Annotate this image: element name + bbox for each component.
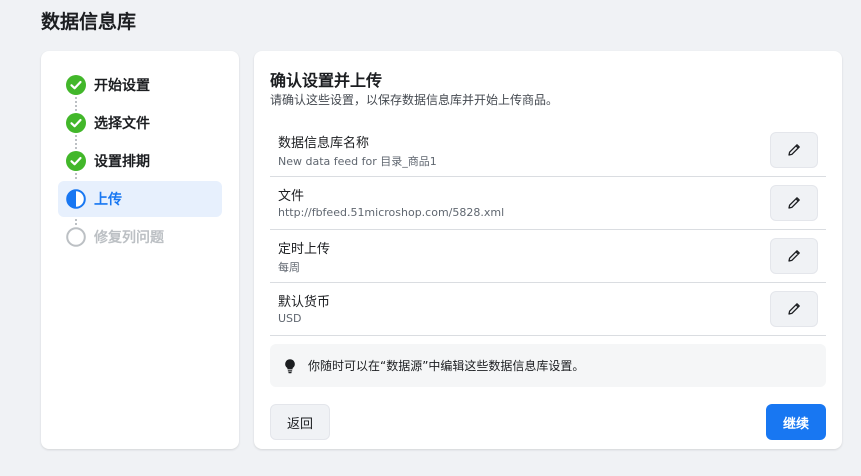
empty-circle-icon — [66, 227, 86, 247]
steps-panel: 开始设置 选择文件 设置排期 上传 修复列问题 — [41, 51, 239, 449]
edit-currency-button[interactable] — [770, 291, 818, 327]
step-label: 修复列问题 — [94, 230, 164, 246]
field-label: 默认货币 — [278, 295, 331, 310]
check-circle-icon — [66, 151, 86, 171]
lightbulb-icon — [282, 358, 298, 374]
step-label: 上传 — [94, 192, 122, 208]
field-row-feed-name: 数据信息库名称 New data feed for 目录_商品1 — [270, 124, 826, 177]
step-choose-file[interactable]: 选择文件 — [58, 105, 222, 141]
step-label: 开始设置 — [94, 78, 150, 94]
half-circle-icon — [66, 189, 86, 209]
field-label: 定时上传 — [278, 242, 331, 257]
edit-file-button[interactable] — [770, 185, 818, 221]
field-value: USD — [278, 312, 302, 325]
step-upload[interactable]: 上传 — [58, 181, 222, 217]
field-value: New data feed for 目录_商品1 — [278, 155, 437, 168]
step-start-setup[interactable]: 开始设置 — [58, 67, 222, 103]
check-circle-icon — [66, 75, 86, 95]
pencil-icon — [786, 142, 802, 158]
page-title: 数据信息库 — [41, 11, 137, 33]
field-value: http://fbfeed.51microshop.com/5828.xml — [278, 206, 505, 219]
edit-feed-name-button[interactable] — [770, 132, 818, 168]
edit-schedule-button[interactable] — [770, 238, 818, 274]
section-subtitle: 请确认这些设置，以保存数据信息库并开始上传商品。 — [270, 93, 559, 107]
step-label: 设置排期 — [94, 154, 150, 170]
pencil-icon — [786, 248, 802, 264]
pencil-icon — [786, 195, 802, 211]
tip-text: 你随时可以在“数据源”中编辑这些数据信息库设置。 — [308, 359, 585, 373]
confirm-panel: 确认设置并上传 请确认这些设置，以保存数据信息库并开始上传商品。 数据信息库名称… — [254, 51, 842, 449]
step-fix-column-issues[interactable]: 修复列问题 — [58, 219, 222, 255]
field-label: 数据信息库名称 — [278, 136, 370, 151]
field-label: 文件 — [278, 189, 305, 204]
step-label: 选择文件 — [94, 116, 150, 132]
back-button[interactable]: 返回 — [270, 404, 330, 440]
pencil-icon — [786, 301, 802, 317]
field-row-schedule: 定时上传 每周 — [270, 230, 826, 283]
continue-button[interactable]: 继续 — [766, 404, 826, 440]
field-row-file: 文件 http://fbfeed.51microshop.com/5828.xm… — [270, 177, 826, 230]
step-schedule[interactable]: 设置排期 — [58, 143, 222, 179]
field-value: 每周 — [278, 261, 300, 274]
field-row-currency: 默认货币 USD — [270, 283, 826, 336]
section-title: 确认设置并上传 — [270, 71, 383, 90]
check-circle-icon — [66, 113, 86, 133]
tip-banner: 你随时可以在“数据源”中编辑这些数据信息库设置。 — [270, 344, 826, 387]
